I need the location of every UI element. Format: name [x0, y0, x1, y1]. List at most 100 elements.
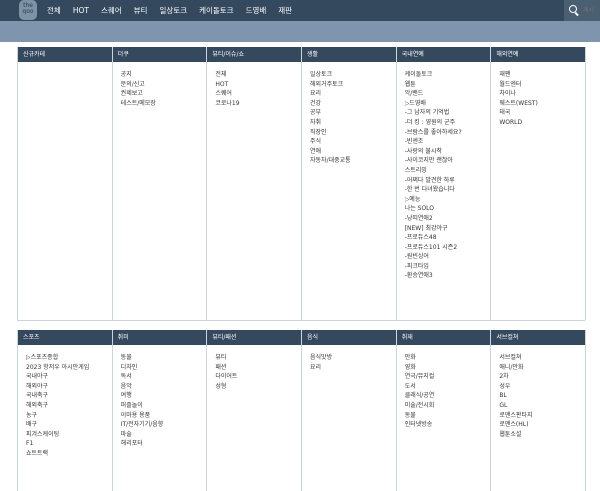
search-icon[interactable] [569, 5, 577, 13]
column-heading[interactable]: 해외연예 [491, 47, 586, 62]
board-link[interactable]: 농구 [26, 411, 112, 421]
board-link[interactable]: -빈센조 [405, 137, 491, 147]
board-link[interactable]: 차이나 [499, 89, 585, 99]
column-heading[interactable]: 뷰티/패션 [207, 330, 302, 345]
board-link[interactable]: 2023 항저우 아시안게임 [26, 363, 112, 373]
board-link[interactable]: 직장인 [310, 128, 396, 138]
board-link[interactable]: 배구 [26, 420, 112, 430]
board-link[interactable]: 문의/신고 [121, 80, 207, 90]
board-link[interactable]: 로맨스(HL) [499, 420, 585, 430]
board-link[interactable]: 동물 [121, 353, 207, 363]
board-link[interactable]: 패션 [215, 363, 301, 373]
column-heading[interactable]: 스포츠 [18, 330, 112, 345]
column-heading[interactable]: 신규카테 [18, 47, 112, 62]
board-link[interactable]: IT/전자기기/음향 [121, 420, 207, 430]
board-link[interactable]: -낭띠연애2 [405, 214, 491, 224]
board-link[interactable]: 클래식/공연 [405, 391, 491, 401]
board-link[interactable]: 건강 [310, 99, 396, 109]
board-link[interactable]: 국내야구 [26, 372, 112, 382]
board-link[interactable]: ▷예능 [405, 195, 491, 205]
column-heading[interactable]: 더쿠 [112, 47, 207, 62]
board-link[interactable]: 성우 [499, 382, 585, 392]
board-link[interactable]: 만화 [405, 353, 491, 363]
column-heading[interactable]: 취재 [396, 330, 491, 345]
board-link[interactable]: -환승연애3 [405, 271, 491, 281]
nav-all[interactable]: 전체 [47, 0, 61, 21]
board-link[interactable]: 스퀘어 [215, 89, 301, 99]
nav-kdol-talk[interactable]: 케이돌토크 [199, 0, 234, 21]
board-link[interactable]: 연애 [310, 147, 396, 157]
board-link[interactable]: 공지 [121, 70, 207, 80]
board-link[interactable]: 재팬 [499, 70, 585, 80]
board-link[interactable]: 애니/만화 [499, 363, 585, 373]
board-link[interactable]: -원빈싱어 [405, 252, 491, 262]
board-link[interactable]: 자동차/대중교통 [310, 156, 396, 166]
column-heading[interactable]: 서브컬쳐 [491, 330, 586, 345]
board-link[interactable]: GL [499, 401, 585, 411]
board-link[interactable]: 주식 [310, 137, 396, 147]
board-link[interactable]: 해외거주토크 [310, 80, 396, 90]
nav-drama[interactable]: 드영배 [246, 0, 267, 21]
board-link[interactable]: 웹툰소설 [499, 430, 585, 440]
board-link[interactable]: 요리 [310, 363, 396, 373]
board-link[interactable]: -어쩌다 발견한 하루 [405, 176, 491, 186]
board-link[interactable]: 권제보고 [121, 89, 207, 99]
board-link[interactable]: -더 킹 : 영원의 군주 [405, 118, 491, 128]
board-link[interactable]: 스트리밍 [405, 166, 491, 176]
column-heading[interactable]: 국내연예 [396, 47, 491, 62]
board-link[interactable]: 디자인 [121, 363, 207, 373]
board-link[interactable]: 요리 [310, 89, 396, 99]
board-link[interactable]: 음식맛방 [310, 353, 396, 363]
board-link[interactable]: 영화 [405, 363, 491, 373]
board-link[interactable]: -피크타임 [405, 262, 491, 272]
board-link[interactable]: -그 남자의 기억법 [405, 108, 491, 118]
board-link[interactable]: 인터넷방송 [405, 420, 491, 430]
board-link[interactable]: 로맨스판타지 [499, 411, 585, 421]
board-link[interactable]: 미술/전시회 [405, 401, 491, 411]
search-input[interactable] [583, 0, 600, 21]
board-link[interactable]: 공부 [310, 108, 396, 118]
column-heading[interactable]: 음식 [302, 330, 396, 345]
board-link[interactable]: 독서 [121, 372, 207, 382]
board-link[interactable]: 뷰티 [215, 353, 301, 363]
board-link[interactable]: 성형 [215, 382, 301, 392]
board-link[interactable]: 2차 [499, 372, 585, 382]
board-link[interactable]: F1 [26, 439, 112, 449]
board-link[interactable]: 서브컬쳐 [499, 353, 585, 363]
board-link[interactable]: -프로듀스101 시즌2 [405, 243, 491, 253]
board-link[interactable]: 다이어트 [215, 372, 301, 382]
board-link[interactable]: -사랑의 불시착 [405, 147, 491, 157]
board-link[interactable]: 테스트/메모장 [121, 99, 207, 109]
board-link[interactable]: 케이돌토크 [405, 70, 491, 80]
board-link[interactable]: 웹툰 [405, 80, 491, 90]
nav-trial[interactable]: 재판 [278, 0, 292, 21]
board-link[interactable]: 태국 [499, 108, 585, 118]
board-link[interactable]: 동물 [405, 411, 491, 421]
board-link[interactable]: HOT [215, 80, 301, 90]
nav-square[interactable]: 스퀘어 [101, 0, 122, 21]
search-box[interactable] [564, 0, 600, 21]
board-link[interactable]: 음악 [121, 382, 207, 392]
board-link[interactable]: 퍼즐놀이 [121, 401, 207, 411]
board-link[interactable]: 이마용 용품 [121, 411, 207, 421]
column-heading[interactable]: 뷰티/이슈/쇼 [207, 47, 302, 62]
board-link[interactable]: 도서 [405, 382, 491, 392]
board-link[interactable]: ▷스포츠종합 [26, 353, 112, 363]
board-link[interactable]: BL [499, 391, 585, 401]
board-link[interactable]: WORLD [499, 118, 585, 128]
nav-beauty[interactable]: 뷰티 [134, 0, 148, 21]
board-link[interactable]: 피겨스케이팅 [26, 430, 112, 440]
board-link[interactable]: ▷드영배 [405, 99, 491, 109]
board-link[interactable]: -사이코지만 괜찮아 [405, 156, 491, 166]
board-link[interactable]: -브람스를 좋아하세요? [405, 128, 491, 138]
board-link[interactable]: -한 번 다녀왔습니다 [405, 185, 491, 195]
board-link[interactable]: 자취 [310, 118, 396, 128]
board-link[interactable]: 마술 [121, 430, 207, 440]
board-link[interactable]: 해리포터 [121, 439, 207, 449]
site-logo[interactable]: the qoo [19, 0, 37, 20]
board-link[interactable]: 코로나19 [215, 99, 301, 109]
board-link[interactable]: 연극/뮤지컬 [405, 372, 491, 382]
nav-daily-talk[interactable]: 일상토크 [159, 0, 187, 21]
board-link[interactable]: 쇼트트랙 [26, 449, 112, 459]
board-link[interactable]: 전체 [215, 70, 301, 80]
